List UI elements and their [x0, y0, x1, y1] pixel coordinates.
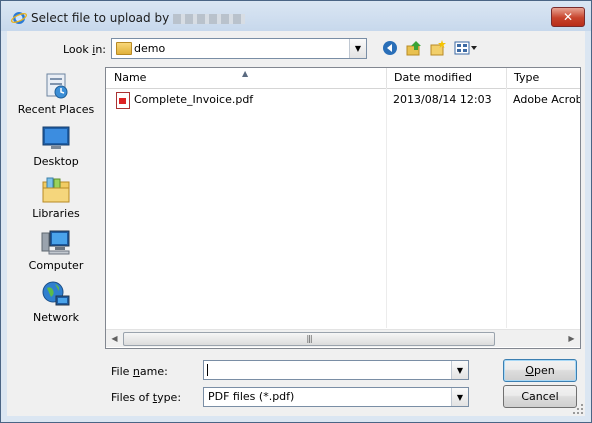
chevron-down-icon[interactable]: ▼ [451, 388, 468, 406]
column-header-name[interactable]: ▲ Name [106, 68, 387, 88]
place-computer[interactable]: Computer [7, 227, 105, 272]
file-name-label-suffix: ame: [139, 365, 168, 378]
close-button[interactable]: ✕ [551, 7, 585, 27]
open-accel: O [525, 364, 534, 377]
up-folder-button[interactable] [405, 39, 423, 57]
sort-ascending-icon: ▲ [242, 69, 249, 78]
look-in-label-prefix: Look [63, 43, 93, 56]
file-name-accel: n [132, 365, 140, 378]
file-list[interactable]: ▲ Name Date modified Type Complete_Invoi… [105, 67, 581, 349]
files-of-type-dropdown[interactable]: PDF files (*.pdf) ▼ [203, 387, 469, 407]
places-bar: Recent Places Desktop Libraries Computer… [7, 67, 105, 331]
new-folder-button[interactable] [429, 39, 447, 57]
scroll-thumb[interactable]: ||| [123, 332, 495, 346]
column-header-name-label: Name [114, 71, 147, 84]
up-folder-icon [406, 41, 421, 56]
file-name-label-prefix: File [111, 365, 133, 378]
cancel-button[interactable]: Cancel [503, 385, 577, 408]
close-icon: ✕ [562, 10, 574, 24]
window-title-text: Select file to upload by [31, 11, 170, 25]
column-header-date-label: Date modified [394, 71, 472, 84]
file-list-header: ▲ Name Date modified Type [106, 68, 580, 89]
file-name: Complete_Invoice.pdf [134, 93, 254, 106]
scroll-left-icon[interactable]: ◀ [106, 330, 123, 347]
resize-grip-icon[interactable] [573, 404, 584, 415]
place-libraries[interactable]: Libraries [7, 175, 105, 220]
files-of-type-value: PDF files (*.pdf) [208, 390, 295, 403]
scroll-right-icon[interactable]: ▶ [563, 330, 580, 347]
column-divider [386, 88, 387, 328]
file-name-field[interactable]: ▼ [203, 360, 469, 380]
look-in-label-suffix: n: [95, 43, 107, 56]
chevron-down-icon[interactable]: ▼ [451, 361, 468, 379]
ie-icon [11, 12, 27, 24]
text-caret [207, 364, 208, 376]
views-menu-icon [454, 41, 477, 55]
file-name-label: File name: [111, 365, 168, 378]
place-label: Computer [28, 259, 84, 272]
file-type: Adobe Acroba [513, 93, 580, 106]
files-of-type-label-prefix: Files of [111, 391, 153, 404]
redacted-username [173, 13, 246, 24]
title-bar[interactable]: Select file to upload by ✕ [1, 1, 591, 31]
files-of-type-label-suffix: ype: [157, 391, 182, 404]
column-header-type[interactable]: Type [506, 68, 580, 88]
column-divider [506, 88, 507, 328]
back-arrow-icon [383, 41, 397, 55]
folder-icon [116, 42, 132, 55]
back-button[interactable] [381, 39, 399, 57]
open-label-rest: pen [533, 364, 555, 377]
dialog-client-area: Look in: demo ▼ Recent Places Desktop Li… [7, 31, 585, 416]
file-date-modified: 2013/08/14 12:03 [393, 93, 492, 106]
place-desktop[interactable]: Desktop [7, 123, 105, 168]
place-label: Desktop [33, 155, 79, 168]
network-icon [40, 279, 72, 309]
file-row[interactable]: Complete_Invoice.pdf 2013/08/14 12:03 Ad… [106, 91, 580, 109]
open-button[interactable]: Open [503, 359, 577, 382]
new-folder-icon [430, 40, 446, 56]
place-recent-places[interactable]: Recent Places [7, 71, 105, 116]
files-of-type-label: Files of type: [111, 391, 181, 404]
horizontal-scrollbar[interactable]: ◀ ||| ▶ [106, 329, 580, 347]
place-label: Libraries [32, 207, 80, 220]
place-label: Network [33, 311, 79, 324]
column-header-date-modified[interactable]: Date modified [386, 68, 507, 88]
desktop-icon [40, 123, 72, 153]
computer-icon [40, 227, 72, 257]
pdf-file-icon [116, 92, 130, 109]
libraries-icon [40, 175, 72, 205]
place-label: Recent Places [17, 103, 95, 116]
place-network[interactable]: Network [7, 279, 105, 324]
file-dialog-window: Select file to upload by ✕ Look in: demo… [0, 0, 592, 423]
look-in-value: demo [134, 42, 166, 55]
look-in-label: Look in: [63, 43, 106, 56]
chevron-down-icon[interactable]: ▼ [349, 39, 366, 58]
look-in-dropdown[interactable]: demo ▼ [111, 38, 367, 59]
column-header-type-label: Type [514, 71, 540, 84]
views-menu-button[interactable] [453, 39, 479, 57]
window-title: Select file to upload by [31, 11, 246, 25]
recent-places-icon [40, 71, 72, 101]
cancel-label: Cancel [521, 390, 559, 403]
